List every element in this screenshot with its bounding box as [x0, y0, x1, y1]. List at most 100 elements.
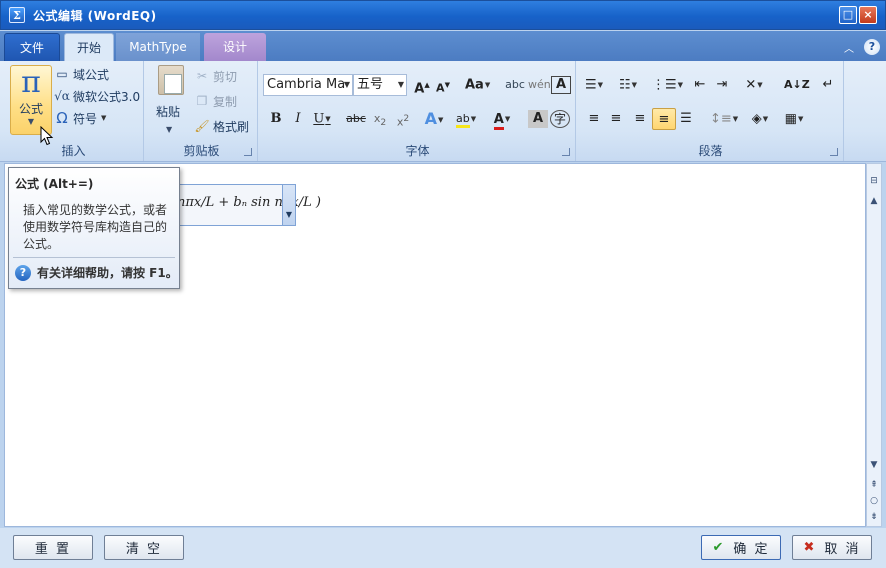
chevron-down-icon: ▼: [166, 124, 173, 134]
shrink-font-icon[interactable]: A▼: [433, 74, 453, 96]
reset-label: 重 置: [34, 542, 72, 557]
close-button[interactable]: ×: [859, 6, 877, 24]
ms-formula-label: 微软公式3.0: [73, 89, 141, 104]
symbol-label: 符号: [73, 111, 98, 126]
app-icon: Σ: [9, 7, 25, 23]
formula-button-label: 公式: [18, 102, 43, 116]
clear-button[interactable]: 清 空: [104, 535, 184, 560]
tab-design[interactable]: 设计: [204, 33, 266, 61]
scroll-down-icon[interactable]: ▼: [867, 458, 881, 472]
decrease-indent-icon[interactable]: ⇤: [690, 74, 710, 96]
paste-button[interactable]: 粘贴: [156, 101, 180, 121]
shading-icon[interactable]: ◈▼: [750, 108, 770, 130]
cancel-button[interactable]: ✖ 取 消: [792, 535, 872, 560]
font-dialog-launcher-icon[interactable]: [562, 148, 570, 156]
ribbon: π 公式 ▼ ▭ 域公式 √α 微软公式3.0 Ω 符号 ▼ 插入 粘贴 ▼ ✂…: [0, 61, 886, 162]
phonetic-guide-icon[interactable]: abc: [505, 74, 525, 96]
next-page-icon[interactable]: ⇟: [867, 510, 881, 524]
tooltip-divider: [13, 257, 175, 258]
cut-button[interactable]: ✂ 剪切: [194, 66, 237, 86]
maximize-button[interactable]: □: [839, 6, 857, 24]
cancel-label: 取 消: [824, 542, 861, 557]
browse-object-icon[interactable]: ○: [867, 494, 881, 508]
italic-icon[interactable]: I: [288, 108, 308, 130]
tooltip-title: 公式 (Alt+=): [15, 177, 94, 191]
prev-page-icon[interactable]: ⇞: [867, 478, 881, 492]
pi-icon: π: [21, 65, 41, 100]
field-icon: ▭: [56, 67, 68, 81]
paste-icon[interactable]: [158, 65, 184, 95]
text-effect-icon[interactable]: A▼: [424, 108, 444, 130]
tab-mathtype[interactable]: MathType: [116, 33, 200, 61]
format-painter-label: 格式刷: [213, 119, 250, 134]
mouse-cursor-icon: [40, 126, 54, 146]
group-insert-label: 插入: [61, 144, 86, 158]
window-title: 公式编辑 (WordEQ): [33, 8, 157, 23]
formula-object[interactable]: nπx/L + bₙ sin nπx/L ): [170, 184, 321, 226]
format-painter-button[interactable]: 🖌 格式刷: [194, 116, 249, 136]
font-name-select[interactable]: Cambria Ma ▼: [263, 74, 353, 96]
clear-format-icon[interactable]: wén: [528, 74, 551, 96]
ribbon-collapse-icon[interactable]: ︿: [844, 40, 854, 55]
symbol-button[interactable]: Ω 符号 ▼: [54, 108, 106, 128]
chevron-down-icon: ▼: [101, 114, 107, 122]
font-size-select[interactable]: 五号 ▼: [353, 74, 407, 96]
change-case-icon[interactable]: Aa▼: [465, 74, 490, 96]
help-icon[interactable]: ?: [864, 39, 880, 55]
show-marks-icon[interactable]: ↵: [818, 74, 838, 96]
help-icon: ?: [15, 264, 31, 281]
bold-icon[interactable]: B: [266, 108, 286, 130]
paste-label: 粘贴: [156, 104, 181, 119]
vertical-scrollbar[interactable]: ⊟ ▲ ▼ ⇞ ○ ⇟: [866, 163, 882, 527]
sqrt-icon: √α: [54, 89, 70, 103]
increase-indent-icon[interactable]: ⇥: [712, 74, 732, 96]
formula-options-dropdown[interactable]: ▼: [282, 184, 296, 226]
ms-formula-button[interactable]: √α 微软公式3.0: [54, 86, 140, 106]
group-clipboard-label: 剪贴板: [183, 144, 220, 158]
distributed-icon[interactable]: ☰: [676, 108, 696, 130]
justify-icon[interactable]: ≡: [652, 108, 676, 130]
formula-visible-fragment: nπx/L + bₙ sin nπx/L ): [177, 195, 321, 210]
numbering-icon[interactable]: ☷▼: [618, 74, 638, 96]
borders-icon[interactable]: ▦▼: [784, 108, 804, 130]
formula-tooltip: 公式 (Alt+=) 插入常见的数学公式，或者使用数学符号库构造自己的公式。 ?…: [8, 167, 180, 289]
sort-icon[interactable]: A↓Z: [784, 74, 810, 96]
align-right-icon[interactable]: ≡: [630, 108, 650, 130]
paragraph-dialog-launcher-icon[interactable]: [830, 148, 838, 156]
tab-file[interactable]: 文件: [4, 33, 60, 61]
align-center-icon[interactable]: ≡: [606, 108, 626, 130]
underline-icon[interactable]: U▼: [312, 108, 332, 130]
ok-button[interactable]: ✔ 确 定: [701, 535, 781, 560]
align-left-icon[interactable]: ≡: [584, 108, 604, 130]
line-spacing-icon[interactable]: ↕≡▼: [710, 108, 738, 130]
group-paragraph: ☰▼ ☷▼ ⋮☰▼ ⇤ ⇥ ✕▼ A↓Z ↵ ≡ ≡ ≡ ≡ ☰ ↕≡▼ ◈▼ …: [578, 61, 844, 161]
split-icon[interactable]: ⊟: [867, 174, 881, 188]
domain-formula-button[interactable]: ▭ 域公式: [54, 64, 109, 84]
font-color-icon[interactable]: A▼: [492, 108, 512, 130]
group-paragraph-label: 段落: [698, 144, 723, 158]
grow-font-icon[interactable]: A▲: [412, 74, 432, 96]
scroll-up-icon[interactable]: ▲: [867, 194, 881, 208]
clipboard-dialog-launcher-icon[interactable]: [244, 148, 252, 156]
group-font-label: 字体: [405, 144, 430, 158]
char-border-icon[interactable]: A: [551, 76, 571, 94]
font-name-value: Cambria Ma: [267, 77, 346, 92]
bullets-icon[interactable]: ☰▼: [584, 74, 604, 96]
brush-icon: 🖌: [194, 119, 210, 133]
superscript-icon[interactable]: x2: [393, 108, 413, 130]
highlight-color-icon[interactable]: ab▼: [456, 108, 476, 130]
formula-button[interactable]: π 公式 ▼: [10, 65, 52, 135]
ok-label: 确 定: [733, 542, 770, 557]
check-icon: ✔: [712, 540, 726, 555]
multilevel-list-icon[interactable]: ⋮☰▼: [652, 74, 683, 96]
enclose-char-icon[interactable]: 字: [550, 110, 570, 128]
chinese-layout-icon[interactable]: ✕▼: [744, 74, 764, 96]
subscript-icon[interactable]: x2: [370, 108, 390, 130]
tooltip-help: ? 有关详细帮助，请按 F1。: [15, 264, 178, 281]
tooltip-description: 插入常见的数学公式，或者使用数学符号库构造自己的公式。: [23, 203, 168, 251]
char-shading-icon[interactable]: A: [528, 110, 548, 128]
reset-button[interactable]: 重 置: [13, 535, 93, 560]
strikethrough-icon[interactable]: abc: [346, 108, 366, 130]
copy-button[interactable]: ❐ 复制: [194, 91, 237, 111]
tab-home[interactable]: 开始: [64, 33, 114, 61]
